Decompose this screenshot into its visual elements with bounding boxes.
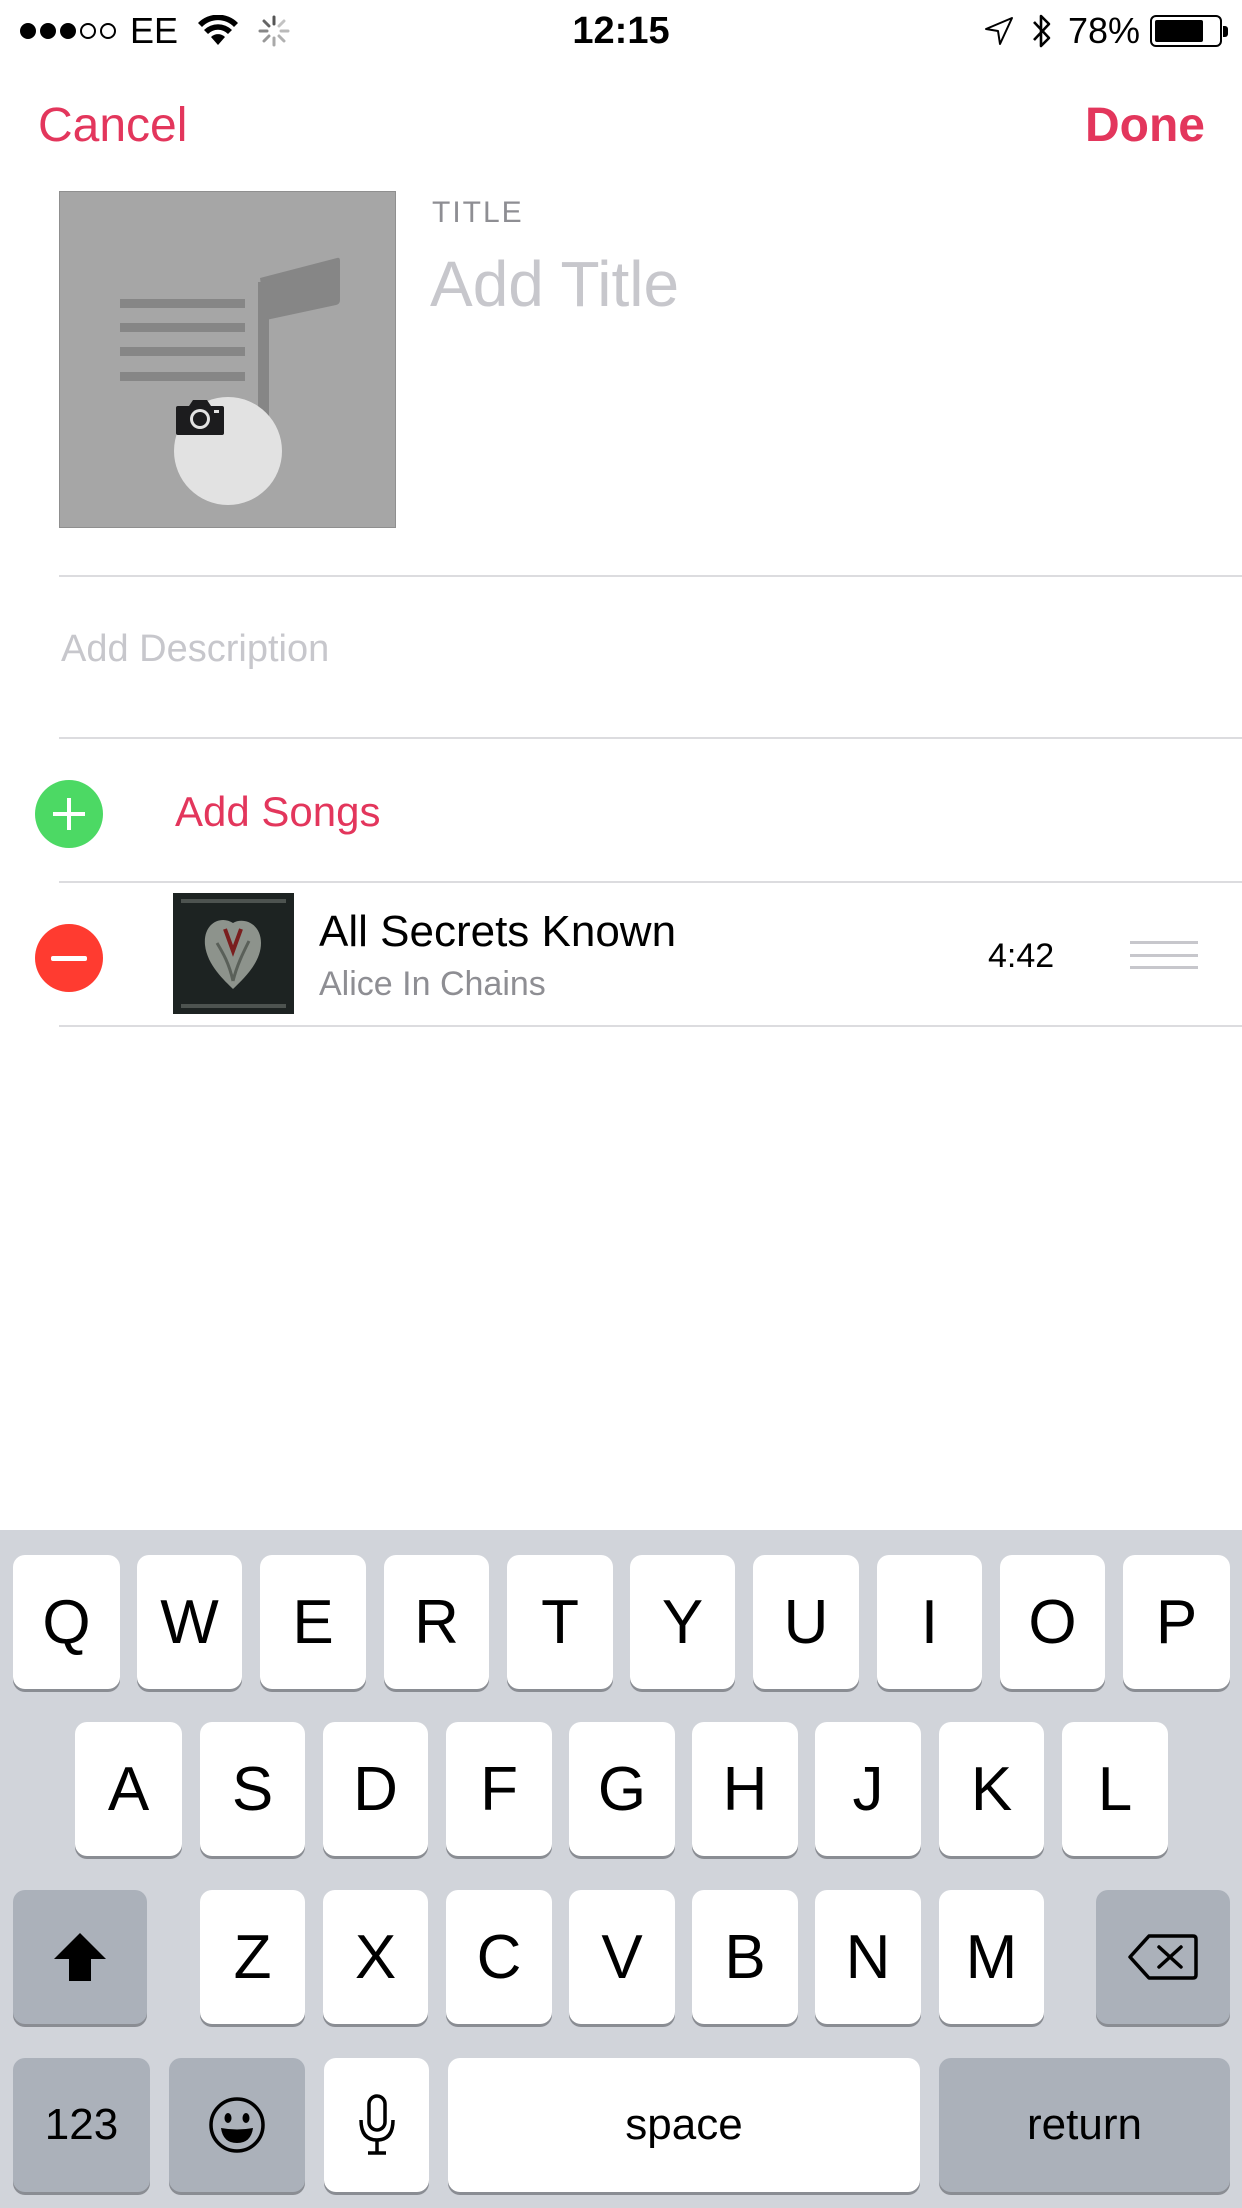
key-f[interactable]: F (446, 1722, 552, 1856)
divider (59, 737, 1242, 739)
drag-handle-icon[interactable] (1130, 941, 1198, 969)
key-g[interactable]: G (569, 1722, 675, 1856)
song-artist: Alice In Chains (319, 965, 546, 1003)
dictation-key[interactable] (324, 2058, 429, 2192)
numbers-key[interactable]: 123 (13, 2058, 150, 2192)
battery-percent: 78% (1067, 10, 1140, 51)
battery-icon (1150, 15, 1228, 47)
key-l[interactable]: L (1062, 1722, 1168, 1856)
done-button[interactable]: Done (1085, 98, 1205, 154)
delete-key[interactable] (1096, 1890, 1230, 2024)
key-b[interactable]: B (692, 1890, 798, 2024)
divider (59, 1025, 1242, 1027)
location-arrow-icon (984, 17, 1013, 45)
key-p[interactable]: P (1123, 1555, 1230, 1689)
plus-icon (53, 798, 85, 830)
remove-song-button[interactable] (35, 924, 103, 992)
album-artwork (173, 893, 294, 1014)
title-input[interactable] (430, 244, 1210, 324)
battery-level-fill (1155, 20, 1204, 42)
add-songs-button[interactable] (35, 780, 103, 848)
key-o[interactable]: O (1000, 1555, 1105, 1689)
key-m[interactable]: M (939, 1890, 1044, 2024)
bluetooth-icon (1032, 14, 1051, 48)
status-bar: EE 12:15 78% (0, 0, 1242, 62)
key-u[interactable]: U (753, 1555, 859, 1689)
song-duration: 4:42 (988, 937, 1055, 975)
key-e[interactable]: E (260, 1555, 366, 1689)
key-n[interactable]: N (815, 1890, 921, 2024)
key-r[interactable]: R (384, 1555, 489, 1689)
key-d[interactable]: D (323, 1722, 428, 1856)
minus-icon (51, 955, 87, 961)
key-k[interactable]: K (939, 1722, 1044, 1856)
key-j[interactable]: J (815, 1722, 921, 1856)
key-z[interactable]: Z (200, 1890, 305, 2024)
description-input[interactable] (61, 624, 1161, 674)
cancel-button[interactable]: Cancel (38, 98, 187, 154)
microphone-icon (358, 2094, 395, 2155)
camera-button[interactable] (174, 397, 282, 505)
keyboard: Q W E R T Y U I O P A S D F G H J K L Z … (0, 1530, 1242, 2208)
key-a[interactable]: A (75, 1722, 182, 1856)
key-x[interactable]: X (323, 1890, 428, 2024)
shift-icon (54, 1933, 106, 1981)
shift-key[interactable] (13, 1890, 147, 2024)
key-t[interactable]: T (507, 1555, 613, 1689)
key-q[interactable]: Q (13, 1555, 120, 1689)
divider (59, 575, 1242, 577)
key-w[interactable]: W (137, 1555, 242, 1689)
key-v[interactable]: V (569, 1890, 675, 2024)
playlist-artwork[interactable] (59, 191, 396, 528)
key-h[interactable]: H (692, 1722, 798, 1856)
divider (59, 881, 1242, 883)
camera-icon (176, 400, 224, 435)
emoji-key[interactable] (169, 2058, 305, 2192)
status-bar-right: 78% (984, 8, 1228, 54)
key-i[interactable]: I (877, 1555, 982, 1689)
song-title: All Secrets Known (319, 907, 677, 956)
title-label: TITLE (432, 196, 524, 229)
return-key[interactable]: return (939, 2058, 1230, 2192)
album-cover-heart-image (173, 893, 294, 1014)
space-key[interactable]: space (448, 2058, 920, 2192)
backspace-icon (1128, 1934, 1198, 1980)
emoji-icon (209, 2097, 265, 2153)
add-songs-label[interactable]: Add Songs (175, 786, 381, 838)
key-y[interactable]: Y (630, 1555, 735, 1689)
key-s[interactable]: S (200, 1722, 305, 1856)
key-c[interactable]: C (446, 1890, 552, 2024)
